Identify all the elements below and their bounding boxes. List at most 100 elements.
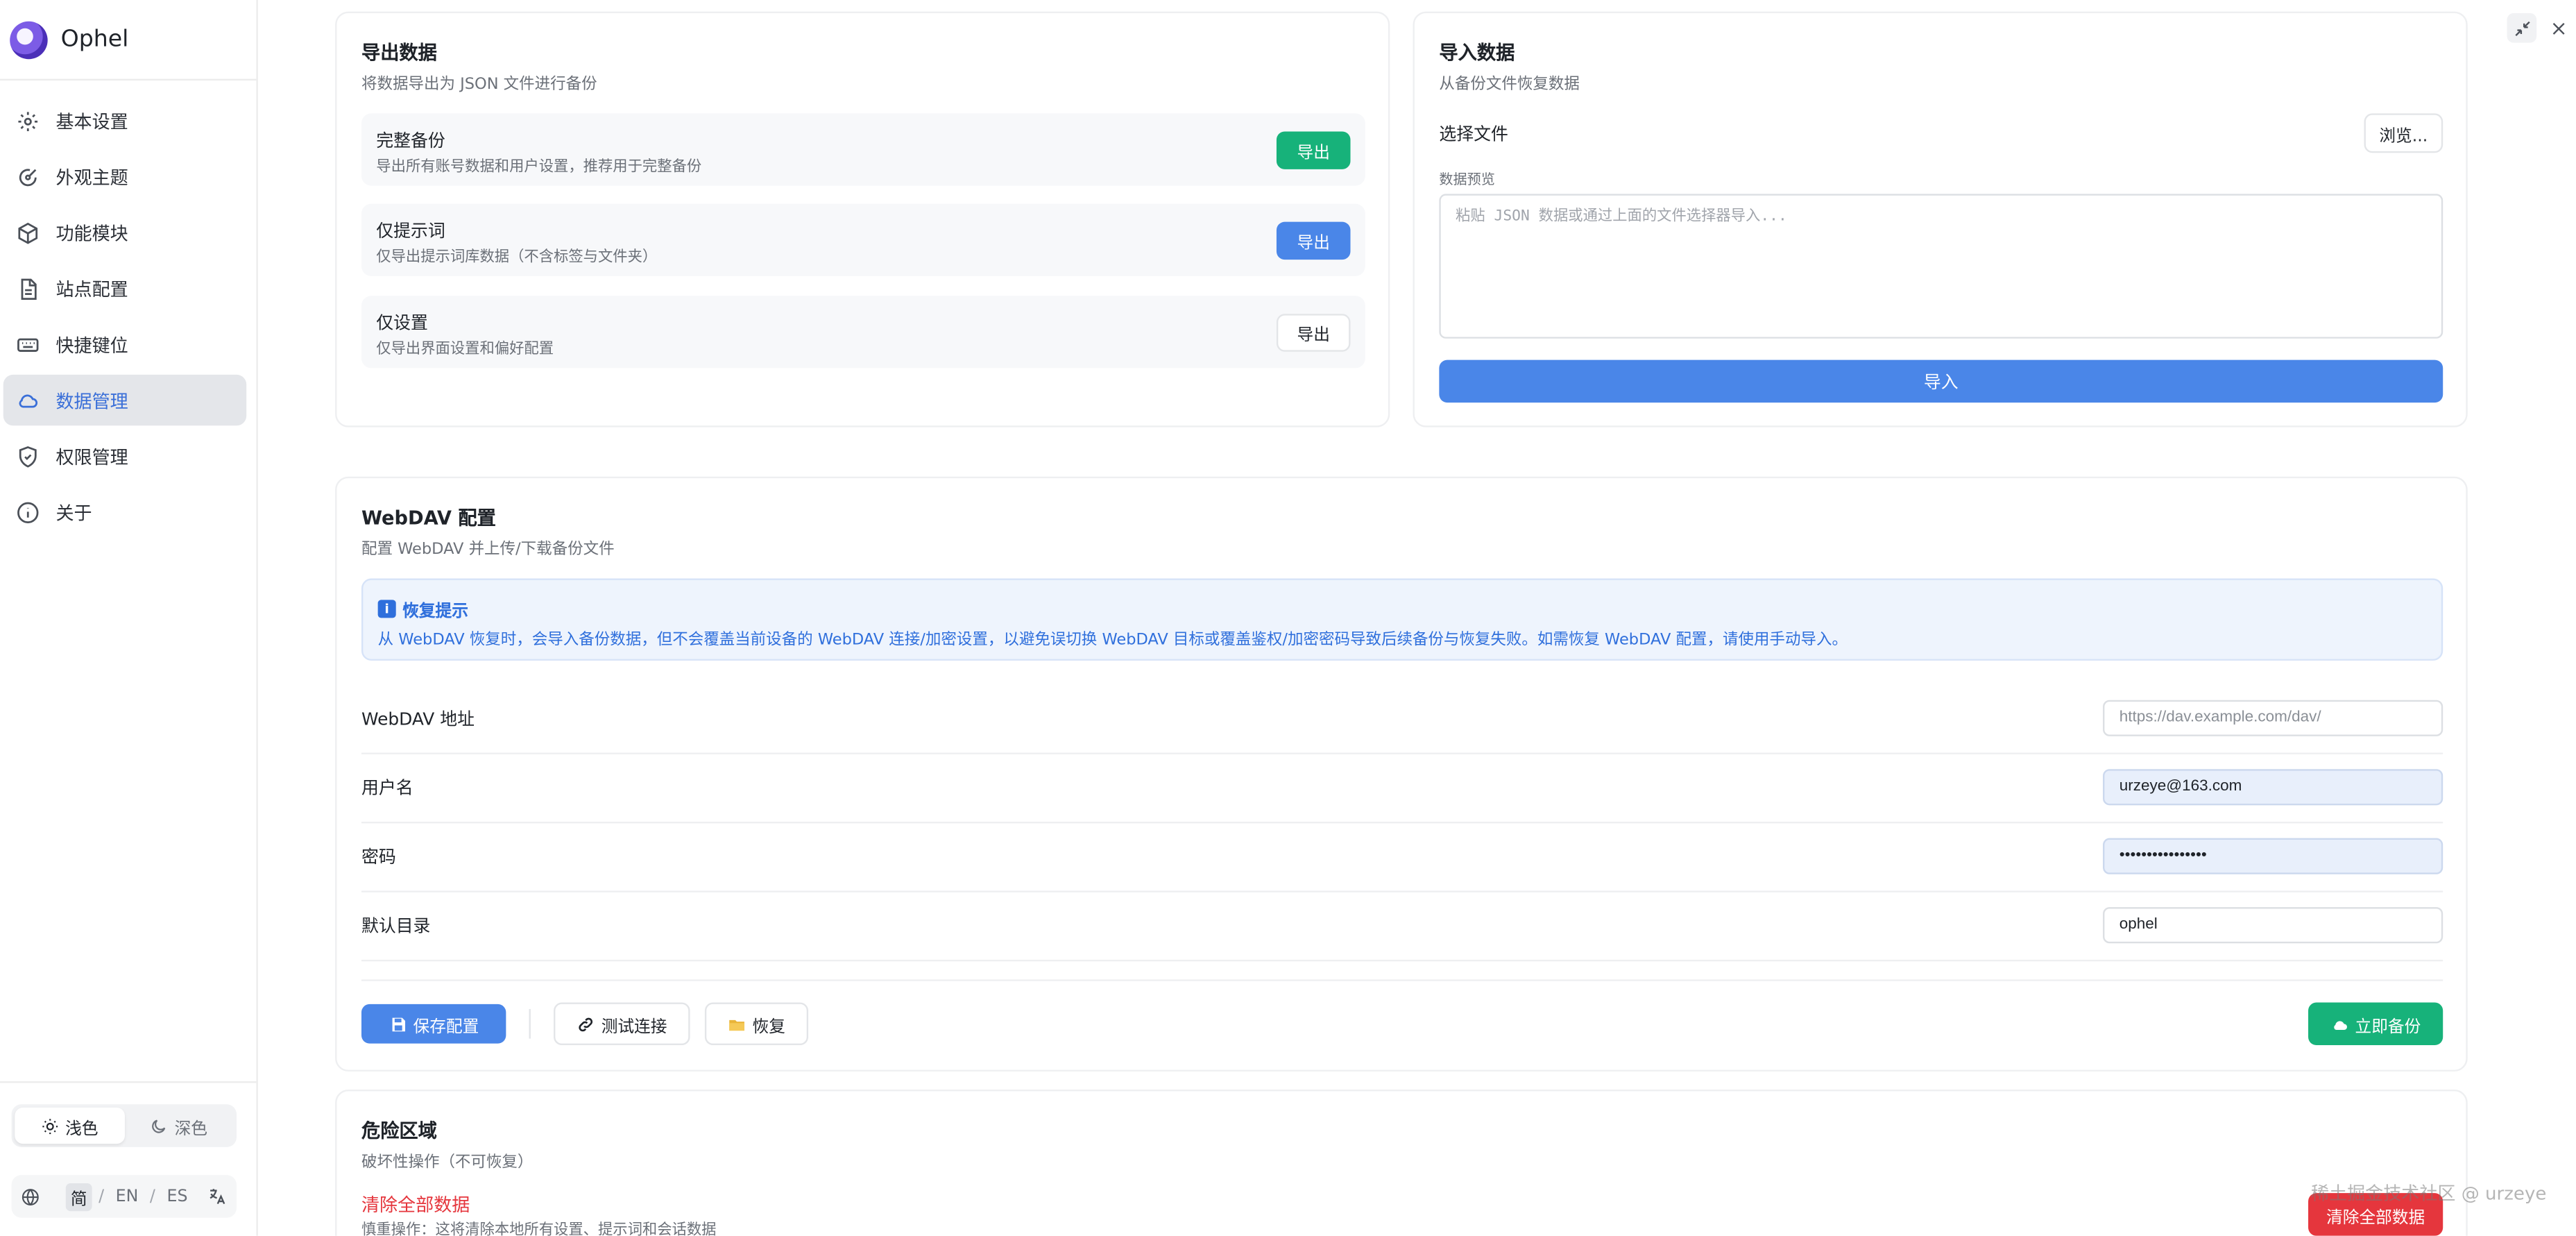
clear-all-desc: 慎重操作：这将清除本地所有设置、提示词和会话数据: [361, 1222, 717, 1236]
import-subtitle: 从备份文件恢复数据: [1439, 75, 1580, 94]
gear-icon: [18, 111, 38, 130]
lang-zh-button[interactable]: 简: [65, 1182, 92, 1211]
danger-title: 危险区域: [361, 1119, 437, 1142]
webdav-url-label: WebDAV 地址: [361, 709, 475, 730]
translate-icon[interactable]: [207, 1187, 226, 1206]
backup-now-button[interactable]: 立即备份: [2308, 1002, 2443, 1046]
document-icon: [21, 278, 37, 299]
theme-light-label: 浅色: [65, 1119, 99, 1138]
shield-icon: [19, 445, 37, 467]
notice-text: 从 WebDAV 恢复时，会导入备份数据，但不会覆盖当前设备的 WebDAV 连…: [377, 631, 1848, 650]
brand: Ophel: [0, 0, 257, 81]
preview-label: 数据预览: [1439, 172, 1495, 189]
restore-button[interactable]: 恢复: [704, 1002, 809, 1046]
app-name: Ophel: [60, 26, 129, 53]
export-row-desc: 仅导出提示词库数据（不含标签与文件夹）: [376, 249, 658, 266]
lang-separator: /: [99, 1187, 105, 1205]
sun-icon: [42, 1118, 58, 1133]
danger-subtitle: 破坏性操作（不可恢复）: [361, 1153, 534, 1172]
export-row-title: 完整备份: [376, 131, 445, 151]
sidebar-item-label: 站点配置: [56, 278, 128, 300]
sidebar-item-basic-settings[interactable]: 基本设置: [3, 95, 246, 146]
collapse-icon: [2514, 20, 2530, 35]
close-icon: [2552, 22, 2564, 34]
info-icon: i: [377, 600, 396, 618]
username-input[interactable]: urzeye@163.com: [2103, 769, 2443, 806]
sidebar: Ophel 基本设置 外观主题 功能模块 站点配置 快捷键位 数据管理 权限管理…: [0, 0, 258, 1236]
webdav-subtitle: 配置 WebDAV 并上传/下载备份文件: [361, 541, 615, 559]
export-full-button[interactable]: 导出: [1276, 131, 1351, 169]
keyboard-icon: [17, 337, 39, 351]
cloud-icon: [19, 393, 37, 407]
import-card: 导入数据 从备份文件恢复数据 选择文件 浏览... 数据预览 粘贴 JSON 数…: [1413, 11, 2468, 427]
data-preview-textarea[interactable]: 粘贴 JSON 数据或通过上面的文件选择器导入...: [1439, 194, 2443, 339]
folder-icon: [729, 1019, 744, 1030]
language-switcher: 简 / EN / ES: [11, 1175, 237, 1218]
sidebar-item-modules[interactable]: 功能模块: [3, 207, 246, 257]
webdav-url-input[interactable]: https://dav.example.com/dav/: [2103, 700, 2443, 736]
username-row: 用户名 urzeye@163.com: [361, 753, 2443, 824]
browse-button[interactable]: 浏览...: [2364, 113, 2443, 153]
notice-title-row: i 恢复提示: [377, 597, 468, 621]
export-prompts-button[interactable]: 导出: [1276, 221, 1351, 260]
watermark: 稀土掘金技术社区 @ urzeye: [2311, 1183, 2547, 1205]
button-divider: [529, 1008, 531, 1039]
moon-icon: [152, 1119, 166, 1133]
sidebar-item-shortcuts[interactable]: 快捷键位: [3, 319, 246, 369]
sidebar-item-label: 关于: [56, 502, 92, 524]
lang-es-button[interactable]: ES: [162, 1186, 192, 1208]
theme-dark-label: 深色: [174, 1119, 207, 1138]
collapse-button[interactable]: [2507, 12, 2537, 43]
backup-now-label: 立即备份: [2355, 1017, 2421, 1037]
sidebar-item-label: 功能模块: [56, 222, 128, 244]
sidebar-footer: 浅色 深色 简 / EN / ES: [0, 1081, 257, 1236]
danger-zone-card: 危险区域 破坏性操作（不可恢复） 清除全部数据 慎重操作：这将清除本地所有设置、…: [335, 1089, 2468, 1236]
restore-notice: i 恢复提示 从 WebDAV 恢复时，会导入备份数据，但不会覆盖当前设备的 W…: [361, 578, 2443, 661]
file-label: 选择文件: [1439, 124, 1508, 145]
info-icon: [17, 501, 39, 523]
globe-icon: [22, 1187, 39, 1205]
link-icon: [579, 1017, 593, 1031]
export-title: 导出数据: [361, 41, 437, 65]
main-content: 导出数据 将数据导出为 JSON 文件进行备份 完整备份 导出所有账号数据和用户…: [258, 0, 2576, 1236]
clear-all-title: 清除全部数据: [361, 1194, 470, 1217]
webdav-title: WebDAV 配置: [361, 506, 496, 530]
theme-dark-button[interactable]: 深色: [124, 1108, 233, 1144]
password-input[interactable]: ••••••••••••••••: [2103, 838, 2443, 874]
save-config-button[interactable]: 保存配置: [361, 1004, 506, 1044]
export-row-full: 完整备份 导出所有账号数据和用户设置，推荐用于完整备份 导出: [361, 113, 1365, 186]
test-connection-label: 测试连接: [601, 1017, 667, 1037]
close-button[interactable]: [2543, 13, 2573, 43]
webdav-url-row: WebDAV 地址 https://dav.example.com/dav/: [361, 684, 2443, 754]
directory-row: 默认目录 ophel: [361, 890, 2443, 962]
restore-label: 恢复: [752, 1017, 785, 1037]
test-connection-button[interactable]: 测试连接: [554, 1002, 690, 1046]
export-card: 导出数据 将数据导出为 JSON 文件进行备份 完整备份 导出所有账号数据和用户…: [335, 11, 1390, 427]
directory-input[interactable]: ophel: [2103, 907, 2443, 944]
export-row-prompts: 仅提示词 仅导出提示词库数据（不含标签与文件夹） 导出: [361, 203, 1365, 276]
sidebar-item-label: 外观主题: [56, 167, 128, 189]
sidebar-item-about[interactable]: 关于: [3, 486, 246, 537]
sidebar-item-site-config[interactable]: 站点配置: [3, 263, 246, 314]
palette-icon: [19, 168, 37, 186]
username-label: 用户名: [361, 779, 413, 799]
sidebar-item-permissions[interactable]: 权限管理: [3, 430, 246, 481]
import-title: 导入数据: [1439, 41, 1515, 65]
sidebar-item-label: 数据管理: [56, 390, 128, 412]
sidebar-item-label: 基本设置: [56, 110, 128, 133]
password-row: 密码 ••••••••••••••••: [361, 822, 2443, 892]
export-settings-button[interactable]: 导出: [1276, 314, 1351, 352]
sidebar-nav: 基本设置 外观主题 功能模块 站点配置 快捷键位 数据管理 权限管理 关于: [0, 81, 256, 537]
floppy-disk-icon: [391, 1017, 404, 1031]
ophel-logo-icon: [10, 20, 48, 59]
export-row-title: 仅设置: [376, 314, 428, 334]
sidebar-item-appearance[interactable]: 外观主题: [3, 151, 246, 202]
sidebar-item-data-management[interactable]: 数据管理: [3, 374, 247, 426]
app-window: Ophel 基本设置 外观主题 功能模块 站点配置 快捷键位 数据管理 权限管理…: [0, 0, 2576, 1236]
sidebar-item-label: 权限管理: [56, 446, 128, 468]
export-row-desc: 仅导出界面设置和偏好配置: [376, 341, 554, 359]
theme-light-button[interactable]: 浅色: [15, 1108, 124, 1144]
theme-toggle: 浅色 深色: [11, 1104, 237, 1147]
import-button[interactable]: 导入: [1439, 359, 2443, 403]
lang-en-button[interactable]: EN: [111, 1186, 144, 1208]
